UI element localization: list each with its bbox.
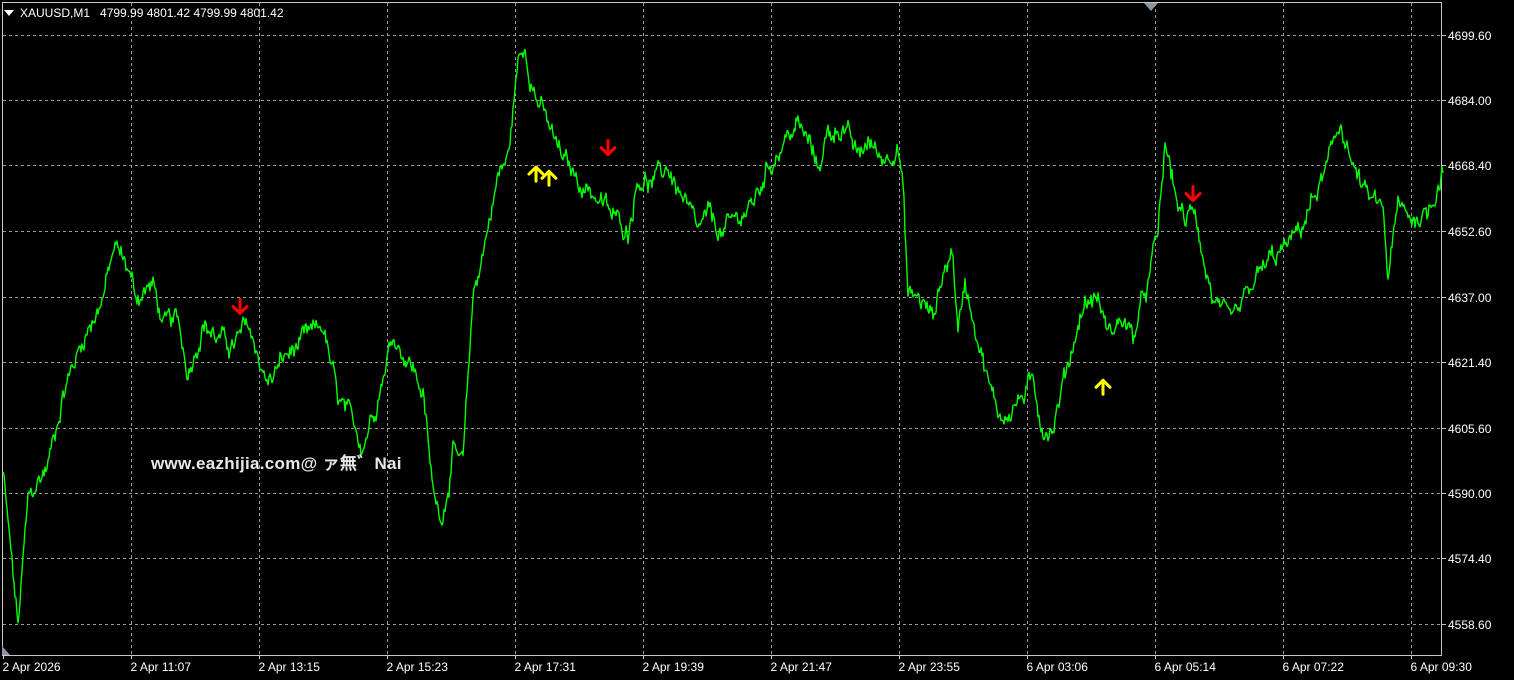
y-tick-label: 4699.60: [1448, 28, 1492, 43]
y-tick-label: 4668.40: [1448, 158, 1492, 173]
x-tick-label: 6 Apr 09:30: [1410, 660, 1472, 674]
triangle-down-icon[interactable]: [4, 10, 14, 16]
signal-arrows: [231, 139, 1202, 396]
chart-border: [2, 2, 1442, 656]
x-tick-label: 2 Apr 17:31: [514, 660, 576, 674]
y-tick-label: 4621.40: [1448, 355, 1492, 370]
ohlc-values: 4799.99 4801.42 4799.99 4801.42: [100, 6, 284, 20]
x-tick-label: 2 Apr 23:55: [898, 660, 960, 674]
buy-arrow-icon: [1094, 378, 1112, 396]
x-tick-label: 6 Apr 05:14: [1154, 660, 1216, 674]
sell-arrow-icon: [231, 297, 249, 315]
y-tick-label: 4558.60: [1448, 617, 1492, 632]
x-tick-label: 6 Apr 03:06: [1026, 660, 1088, 674]
bottom-left-shift-marker-icon: [2, 646, 10, 655]
price-line: [2, 48, 1444, 624]
y-tick-label: 4637.00: [1448, 290, 1492, 305]
sell-arrow-icon: [1184, 185, 1202, 203]
chart-header: XAUUSD,M1 4799.99 4801.42 4799.99 4801.4…: [4, 6, 284, 20]
y-tick-label: 4652.60: [1448, 224, 1492, 239]
x-tick-label: 2 Apr 19:39: [642, 660, 704, 674]
grid: [3, 3, 1441, 655]
x-tick-label: 2 Apr 15:23: [386, 660, 448, 674]
x-tick-label: 2 Apr 2026: [2, 660, 61, 674]
sell-arrow-icon: [599, 139, 617, 157]
symbol-label: XAUUSD,M1: [20, 6, 91, 20]
x-tick-label: 2 Apr 13:15: [258, 660, 320, 674]
y-tick-label: 4574.40: [1448, 551, 1492, 566]
price-chart[interactable]: [0, 0, 1514, 680]
y-tick-label: 4684.00: [1448, 93, 1492, 108]
x-tick-label: 6 Apr 07:22: [1282, 660, 1344, 674]
x-tick-label: 2 Apr 21:47: [770, 660, 832, 674]
axis-ticks: [3, 35, 1446, 659]
y-tick-label: 4590.00: [1448, 486, 1492, 501]
watermark: www.eazhijia.com@ ァ無゛Nai: [151, 454, 402, 473]
x-tick-label: 2 Apr 11:07: [130, 660, 192, 674]
y-tick-label: 4605.60: [1448, 421, 1492, 436]
